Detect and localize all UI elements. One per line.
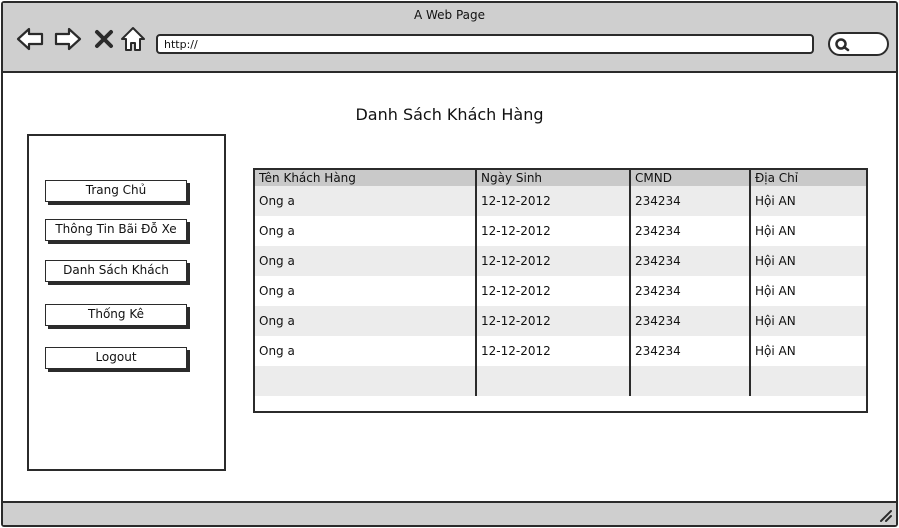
browser-toolbar: A Web Page: [3, 3, 896, 73]
cell-id-number: 234234: [629, 246, 750, 276]
column-header-birthdate[interactable]: Ngày Sinh: [475, 170, 630, 186]
cell-name: Ong a: [255, 276, 476, 306]
close-icon[interactable]: [89, 25, 119, 53]
cell-address: Hội AN: [749, 276, 866, 306]
page-title: Danh Sách Khách Hàng: [355, 105, 544, 124]
column-header-name[interactable]: Tên Khách Hàng: [255, 170, 476, 186]
url-input[interactable]: [156, 34, 814, 54]
search-icon[interactable]: [828, 32, 889, 56]
column-header-address[interactable]: Địa Chỉ: [749, 170, 866, 186]
cell-name: Ong a: [255, 216, 476, 246]
cell-id-number: 234234: [629, 216, 750, 246]
window-title: A Web Page: [413, 8, 486, 22]
customer-table: Tên Khách Hàng Ngày Sinh CMND Địa Chỉ On…: [253, 168, 868, 413]
cell-name: Ong a: [255, 306, 476, 336]
cell-id-number: [629, 366, 750, 396]
customer-list-button[interactable]: Danh Sách Khách: [45, 260, 187, 282]
cell-name: Ong a: [255, 246, 476, 276]
logout-button[interactable]: Logout: [45, 347, 187, 369]
table-row[interactable]: Ong a 12-12-2012 234234 Hội AN: [255, 216, 866, 246]
status-bar: [3, 501, 896, 525]
back-arrow-icon[interactable]: [15, 25, 45, 53]
cell-birthdate: 12-12-2012: [475, 306, 630, 336]
table-row[interactable]: Ong a 12-12-2012 234234 Hội AN: [255, 246, 866, 276]
cell-birthdate: 12-12-2012: [475, 276, 630, 306]
column-header-id-number[interactable]: CMND: [629, 170, 750, 186]
cell-address: Hội AN: [749, 306, 866, 336]
cell-birthdate: 12-12-2012: [475, 246, 630, 276]
cell-name: Ong a: [255, 336, 476, 366]
cell-id-number: 234234: [629, 306, 750, 336]
cell-address: Hội AN: [749, 246, 866, 276]
cell-address: Hội AN: [749, 336, 866, 366]
home-icon[interactable]: [118, 25, 148, 53]
home-button[interactable]: Trang Chủ: [45, 180, 187, 202]
cell-address: Hội AN: [749, 216, 866, 246]
forward-arrow-icon[interactable]: [53, 25, 83, 53]
resize-grip-icon[interactable]: [878, 508, 892, 522]
cell-address: [749, 366, 866, 396]
statistics-button[interactable]: Thống Kê: [45, 304, 187, 326]
parking-info-button[interactable]: Thông Tin Bãi Đỗ Xe: [45, 219, 187, 241]
table-row[interactable]: Ong a 12-12-2012 234234 Hội AN: [255, 336, 866, 366]
browser-window: A Web Page Danh Sách Khách Hàng Trang Ch…: [1, 1, 898, 527]
cell-name: Ong a: [255, 186, 476, 216]
cell-id-number: 234234: [629, 336, 750, 366]
cell-id-number: 234234: [629, 186, 750, 216]
cell-address: Hội AN: [749, 186, 866, 216]
cell-birthdate: 12-12-2012: [475, 336, 630, 366]
table-body: Ong a 12-12-2012 234234 Hội AN Ong a 12-12-20…: [255, 186, 866, 396]
table-row[interactable]: Ong a 12-12-2012 234234 Hội AN: [255, 276, 866, 306]
table-row[interactable]: Ong a 12-12-2012 234234 Hội AN: [255, 186, 866, 216]
table-header-row: Tên Khách Hàng Ngày Sinh CMND Địa Chỉ: [255, 170, 866, 186]
cell-name: [255, 366, 476, 396]
cell-birthdate: [475, 366, 630, 396]
cell-birthdate: 12-12-2012: [475, 216, 630, 246]
cell-birthdate: 12-12-2012: [475, 186, 630, 216]
table-row[interactable]: Ong a 12-12-2012 234234 Hội AN: [255, 306, 866, 336]
sidebar-menu: Trang Chủ Thông Tin Bãi Đỗ Xe Danh Sách …: [27, 134, 226, 471]
table-row[interactable]: [255, 366, 866, 396]
cell-id-number: 234234: [629, 276, 750, 306]
